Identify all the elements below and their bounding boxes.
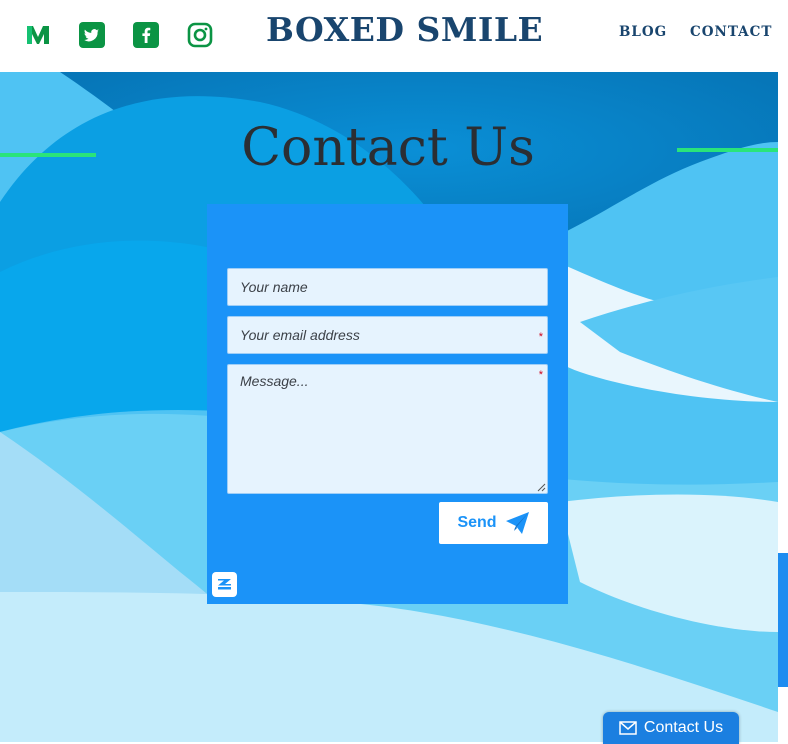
name-placeholder: Your name: [240, 279, 308, 295]
nav-contact-link[interactable]: CONTACT: [690, 24, 772, 40]
medium-icon[interactable]: [25, 22, 51, 48]
accent-line-right: [677, 148, 778, 152]
site-header: BOXED SMILE BLOG CONTACT: [0, 0, 788, 72]
facebook-icon[interactable]: [133, 22, 159, 48]
name-input[interactable]: Your name: [227, 268, 548, 306]
nav-blog-link[interactable]: BLOG: [619, 24, 667, 40]
twitter-icon[interactable]: [79, 22, 105, 48]
page-title: Contact Us: [241, 118, 535, 178]
message-textarea[interactable]: Message... *: [227, 364, 548, 494]
floating-contact-label: Contact Us: [643, 719, 724, 736]
floating-contact-button[interactable]: Contact Us: [603, 712, 739, 744]
envelope-icon: [619, 721, 637, 735]
send-button-label: Send: [457, 514, 497, 531]
instagram-icon[interactable]: [187, 22, 213, 48]
required-marker: *: [538, 369, 543, 381]
zoho-forms-icon[interactable]: [212, 572, 237, 597]
contact-form: Your name Your email address * Message..…: [207, 204, 568, 604]
accent-line-left: [0, 153, 96, 157]
required-marker: *: [538, 331, 543, 343]
side-tab[interactable]: [778, 553, 788, 687]
message-placeholder: Message...: [240, 373, 309, 389]
email-placeholder: Your email address: [240, 327, 360, 343]
site-logo-text[interactable]: BOXED SMILE: [266, 10, 543, 49]
paper-plane-icon: [505, 512, 529, 534]
send-button[interactable]: Send: [439, 502, 548, 544]
resize-grip-icon[interactable]: [537, 483, 546, 492]
email-input[interactable]: Your email address *: [227, 316, 548, 354]
